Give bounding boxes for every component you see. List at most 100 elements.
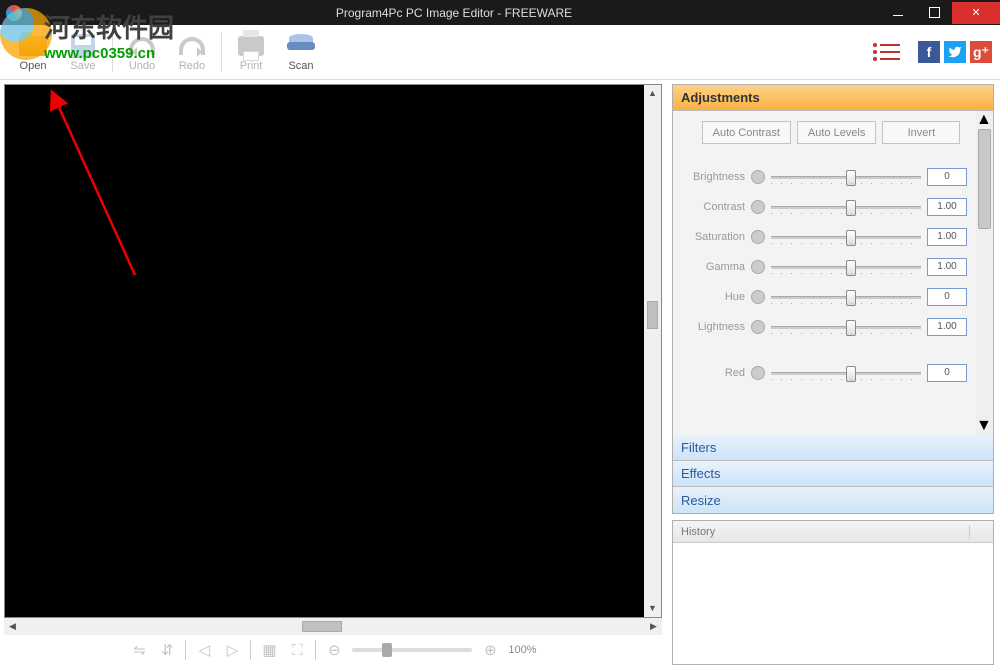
slider-value[interactable]: 1.00 <box>927 198 967 216</box>
zoom-out-icon[interactable]: ⊖ <box>324 640 344 660</box>
vscroll-thumb[interactable] <box>647 301 658 329</box>
canvas-hscrollbar[interactable]: ◀ ▶ <box>4 618 662 635</box>
slider-value[interactable]: 0 <box>927 168 967 186</box>
brightness-icon <box>751 170 765 184</box>
rotate-left-icon[interactable]: ◁ <box>194 640 214 660</box>
slider-knob[interactable] <box>846 200 856 216</box>
invert-button[interactable]: Invert <box>882 121 960 144</box>
redo-icon <box>179 37 205 55</box>
slider-track[interactable] <box>771 176 921 179</box>
slider-track[interactable] <box>771 296 921 299</box>
adjustments-body: Auto Contrast Auto Levels Invert Brightn… <box>673 111 993 435</box>
history-header[interactable]: History <box>673 521 993 543</box>
undo-button[interactable]: Undo <box>117 32 167 72</box>
scroll-down-icon[interactable]: ▼ <box>644 600 661 617</box>
slider-hue: Hue 0 <box>677 282 985 312</box>
slider-track[interactable] <box>771 266 921 269</box>
slider-track[interactable] <box>771 372 921 375</box>
bottom-toolbar: ⇋ ⇵ ◁ ▷ ▦ ⛶ ⊖ ⊕ 100% <box>4 635 662 665</box>
zoom-slider[interactable] <box>352 648 472 652</box>
open-label: Open <box>20 60 47 72</box>
red-arrow-annotation <box>5 85 185 305</box>
image-canvas[interactable] <box>5 85 644 617</box>
flip-horizontal-icon[interactable]: ⇋ <box>129 640 149 660</box>
adjustments-header[interactable]: Adjustments <box>673 85 993 111</box>
auto-levels-button[interactable]: Auto Levels <box>797 121 876 144</box>
print-label: Print <box>240 60 263 72</box>
scroll-down-icon[interactable]: ▼ <box>976 417 993 435</box>
save-button[interactable]: Save <box>58 32 108 72</box>
redo-button[interactable]: Redo <box>167 32 217 72</box>
slider-label: Contrast <box>677 201 745 213</box>
slider-contrast: Contrast 1.00 <box>677 192 985 222</box>
history-list <box>673 543 993 664</box>
scroll-left-icon[interactable]: ◀ <box>4 618 21 635</box>
slider-label: Brightness <box>677 171 745 183</box>
slider-knob[interactable] <box>846 366 856 382</box>
zoom-in-icon[interactable]: ⊕ <box>480 640 500 660</box>
slider-lightness: Lightness 1.00 <box>677 312 985 342</box>
slider-value[interactable]: 0 <box>927 364 967 382</box>
print-button[interactable]: Print <box>226 32 276 72</box>
scroll-up-icon[interactable]: ▲ <box>976 111 993 129</box>
toolbar-separator <box>112 32 113 72</box>
slider-value[interactable]: 1.00 <box>927 228 967 246</box>
titlebar: Program4Pc PC Image Editor - FREEWARE <box>0 0 1000 25</box>
save-icon <box>71 34 95 58</box>
slider-label: Hue <box>677 291 745 303</box>
slider-label: Red <box>677 367 745 379</box>
undo-icon <box>129 37 155 55</box>
collapse-icon[interactable] <box>969 525 985 539</box>
twitter-icon[interactable] <box>944 41 966 63</box>
fit-icon[interactable]: ▦ <box>259 640 279 660</box>
red-icon <box>751 366 765 380</box>
slider-knob[interactable] <box>846 260 856 276</box>
auto-contrast-button[interactable]: Auto Contrast <box>702 121 791 144</box>
close-button[interactable] <box>952 2 1000 24</box>
hue-icon <box>751 290 765 304</box>
save-label: Save <box>70 60 95 72</box>
filters-header[interactable]: Filters <box>673 435 993 461</box>
slider-label: Saturation <box>677 231 745 243</box>
slider-knob[interactable] <box>846 230 856 246</box>
adj-scroll-thumb[interactable] <box>978 129 991 229</box>
window-title: Program4Pc PC Image Editor - FREEWARE <box>28 6 880 20</box>
canvas-area: ▲ ▼ <box>4 84 662 618</box>
lightness-icon <box>751 320 765 334</box>
canvas-vscrollbar[interactable]: ▲ ▼ <box>644 85 661 617</box>
actual-size-icon[interactable]: ⛶ <box>287 640 307 660</box>
slider-label: Lightness <box>677 321 745 333</box>
slider-value[interactable]: 1.00 <box>927 258 967 276</box>
rotate-right-icon[interactable]: ▷ <box>222 640 242 660</box>
slider-knob[interactable] <box>846 320 856 336</box>
history-panel: History <box>672 520 994 665</box>
slider-track[interactable] <box>771 326 921 329</box>
main-toolbar: Open Save Undo Redo Print Scan f g⁺ <box>0 25 1000 80</box>
zoom-percent: 100% <box>508 644 536 656</box>
slider-knob[interactable] <box>846 290 856 306</box>
print-icon <box>238 36 264 56</box>
slider-track[interactable] <box>771 206 921 209</box>
scroll-right-icon[interactable]: ▶ <box>645 618 662 635</box>
scan-button[interactable]: Scan <box>276 32 326 72</box>
slider-value[interactable]: 0 <box>927 288 967 306</box>
minimize-button[interactable] <box>880 2 916 24</box>
googleplus-icon[interactable]: g⁺ <box>970 41 992 63</box>
maximize-button[interactable] <box>916 2 952 24</box>
adjustments-scrollbar[interactable]: ▲ ▼ <box>976 111 993 435</box>
open-button[interactable]: Open <box>8 32 58 72</box>
scan-icon <box>287 42 315 50</box>
hscroll-thumb[interactable] <box>302 621 342 632</box>
flip-vertical-icon[interactable]: ⇵ <box>157 640 177 660</box>
effects-header[interactable]: Effects <box>673 461 993 487</box>
toolbar-separator <box>221 32 222 72</box>
zoom-knob[interactable] <box>382 643 392 657</box>
list-view-icon[interactable] <box>880 44 900 60</box>
slider-saturation: Saturation 1.00 <box>677 222 985 252</box>
slider-track[interactable] <box>771 236 921 239</box>
scroll-up-icon[interactable]: ▲ <box>644 85 661 102</box>
resize-header[interactable]: Resize <box>673 487 993 513</box>
facebook-icon[interactable]: f <box>918 41 940 63</box>
slider-knob[interactable] <box>846 170 856 186</box>
slider-value[interactable]: 1.00 <box>927 318 967 336</box>
